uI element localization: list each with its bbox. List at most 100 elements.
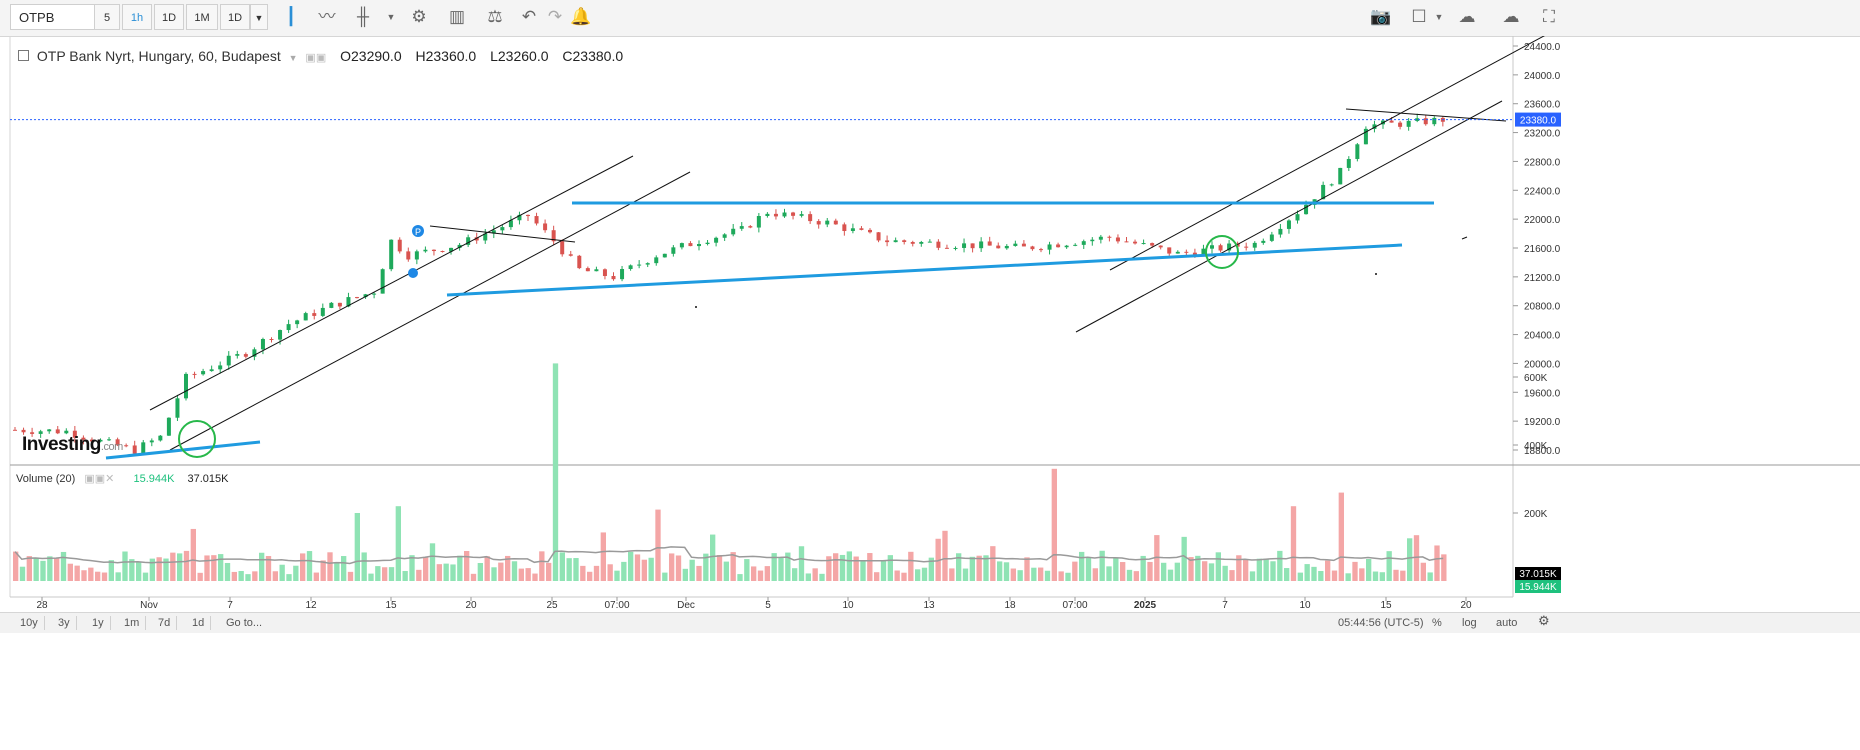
time-tick-label: 10 <box>1299 600 1311 611</box>
interval-dropdown-button[interactable]: ▼ <box>250 4 268 30</box>
volume-bar <box>1003 562 1010 581</box>
price-tick-label: 21200.0 <box>1524 273 1561 284</box>
interval-1d-button[interactable]: 1D <box>154 4 184 30</box>
candle-body <box>1244 246 1249 248</box>
bars-icon[interactable]: ╫ <box>348 4 378 30</box>
range-1d[interactable]: 1d <box>186 616 212 630</box>
interval-1d-alt-button[interactable]: 1D <box>220 4 250 30</box>
candle-body <box>739 226 744 229</box>
candles-icon[interactable]: ┃ <box>276 4 306 30</box>
interval-1m-button[interactable]: 1M <box>186 4 218 30</box>
compare-icon[interactable]: ⚖ <box>480 4 510 30</box>
indicators-icon[interactable]: ▥ <box>442 4 472 30</box>
volume-value-current: 15.944K <box>133 473 175 485</box>
volume-bar <box>962 568 969 581</box>
candle-body <box>235 354 240 356</box>
volume-bar <box>539 551 545 581</box>
volume-bar <box>1038 567 1044 581</box>
price-tick-label: 22000.0 <box>1524 215 1561 226</box>
candle-body <box>560 241 565 255</box>
candle-body <box>1021 243 1026 247</box>
fullscreen-icon[interactable]: ⛶ <box>1534 4 1564 30</box>
legend-tools-icon[interactable]: ▣▣ <box>305 52 326 64</box>
candle-body <box>201 371 206 375</box>
chart-type-dropdown-icon[interactable]: ▼ <box>376 4 406 30</box>
price-tick-label: 20800.0 <box>1524 302 1561 313</box>
candle-body <box>577 255 582 269</box>
cloud-save-icon[interactable]: ☁ <box>1496 4 1526 30</box>
range-1y[interactable]: 1y <box>86 616 111 630</box>
volume-bar <box>136 561 142 581</box>
collapse-legend-icon[interactable] <box>18 50 29 61</box>
candle-body <box>1124 241 1129 243</box>
interval-5-button[interactable]: 5 <box>94 4 120 30</box>
volume-bar <box>395 506 401 581</box>
range-10y[interactable]: 10y <box>14 616 45 630</box>
volume-bar <box>320 560 326 581</box>
volume-bar <box>819 573 825 581</box>
volume-bar <box>238 571 244 581</box>
volume-bar <box>546 562 552 581</box>
candle-body <box>406 251 411 260</box>
volume-bar <box>1215 552 1221 581</box>
volume-bar <box>730 552 736 581</box>
alert-icon[interactable]: 🔔 <box>566 4 596 30</box>
candle-body <box>1115 237 1120 242</box>
candle-body <box>910 242 915 244</box>
time-tick-label: 28 <box>36 600 48 611</box>
volume-bar <box>306 551 313 581</box>
legend-dropdown-icon[interactable]: ▼ <box>289 53 298 63</box>
candle-body <box>620 268 625 280</box>
candle-body <box>585 268 590 272</box>
volume-bar <box>375 566 381 581</box>
volume-bar <box>1297 572 1303 581</box>
settings-gear-icon[interactable]: ⚙ <box>1538 614 1550 628</box>
volume-bar <box>142 572 149 581</box>
candle-body <box>184 373 188 399</box>
volume-bar <box>1024 557 1030 581</box>
line-chart-icon[interactable]: 〰 <box>312 4 342 30</box>
volume-bar <box>1325 560 1331 581</box>
layout-dropdown-icon[interactable]: ▼ <box>1424 4 1454 30</box>
volume-bar <box>1126 569 1133 581</box>
volume-bar <box>1420 562 1426 581</box>
volume-tools-icon[interactable]: ▣▣✕ <box>84 473 114 485</box>
tiny-dot-2 <box>695 306 697 308</box>
candle-body <box>1406 120 1411 127</box>
volume-bar <box>1338 492 1344 581</box>
percent-toggle[interactable]: % <box>1432 616 1442 630</box>
candle-body <box>679 243 684 248</box>
interval-1h-button[interactable]: 1h <box>122 4 152 30</box>
green-circle-2 <box>1205 235 1239 269</box>
candle-body <box>303 313 308 321</box>
range-1m[interactable]: 1m <box>118 616 147 630</box>
volume-bar <box>552 363 559 581</box>
camera-icon[interactable]: 📷 <box>1366 4 1396 30</box>
candle-body <box>1286 220 1291 229</box>
volume-bar <box>566 558 572 581</box>
volume-bar <box>334 562 340 581</box>
clock-readout[interactable]: 05:44:56 (UTC-5) <box>1338 616 1424 630</box>
volume-tick-label: 200K <box>1524 509 1548 520</box>
cloud-load-icon[interactable]: ☁ <box>1452 4 1482 30</box>
candle-body <box>782 212 787 217</box>
range-3y[interactable]: 3y <box>52 616 77 630</box>
candle-body <box>799 214 804 216</box>
channel-upper-line-1 <box>149 155 634 411</box>
range-7d[interactable]: 7d <box>152 616 178 630</box>
volume-ma-label: 37.015K <box>1519 569 1557 580</box>
volume-bar <box>1031 567 1037 581</box>
log-toggle[interactable]: log <box>1462 616 1477 630</box>
volume-bar <box>1256 558 1262 581</box>
green-circle-1 <box>178 420 216 458</box>
volume-bar <box>300 553 306 581</box>
candle-body <box>226 355 231 366</box>
volume-bar <box>518 568 524 581</box>
goto-date-link[interactable]: Go to... <box>220 616 268 630</box>
auto-toggle[interactable]: auto <box>1496 616 1517 630</box>
volume-bar <box>341 556 347 581</box>
volume-bar <box>874 572 880 581</box>
gear-icon[interactable]: ⚙ <box>404 4 434 30</box>
time-tick-label: 7 <box>1222 600 1228 611</box>
chart-area[interactable]: 24400.024000.023600.023200.022800.022400… <box>0 36 1860 612</box>
